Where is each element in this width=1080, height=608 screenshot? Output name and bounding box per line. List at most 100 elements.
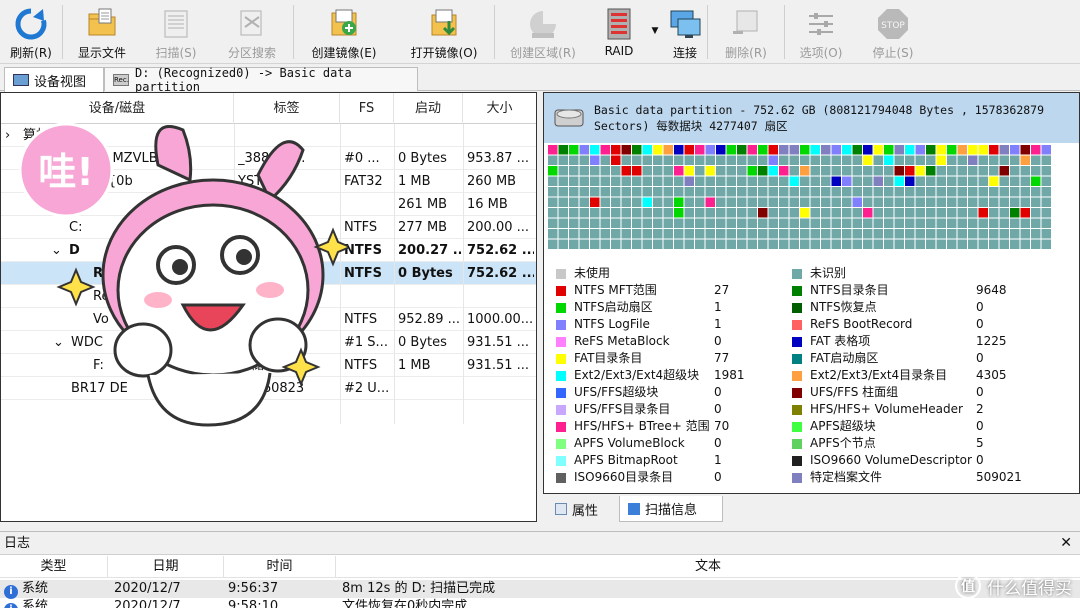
map-block [684, 197, 694, 207]
stop-icon: STOP [875, 6, 911, 42]
close-icon[interactable]: ✕ [1060, 532, 1072, 555]
stop-button[interactable]: STOP 停止(S) [857, 0, 929, 64]
scan-button[interactable]: 扫描(S) [141, 0, 211, 64]
show-files-button[interactable]: 显示文件 [63, 0, 141, 64]
map-block [989, 229, 999, 239]
map-block [705, 197, 715, 207]
legend-swatch [556, 337, 566, 347]
map-block [716, 166, 726, 176]
map-block [611, 197, 621, 207]
tree-cell-fs: NTFS [344, 243, 382, 258]
tab-scan-info[interactable]: 扫描信息 [619, 496, 723, 522]
map-block [821, 155, 831, 165]
map-block [789, 187, 799, 197]
map-block [695, 218, 705, 228]
map-block [1020, 187, 1030, 197]
map-block [705, 239, 715, 249]
log-column-time[interactable]: 时间 [224, 556, 336, 578]
legend-count: 0 [714, 470, 722, 484]
map-block [989, 145, 999, 155]
map-block [852, 239, 862, 249]
connect-button[interactable]: 连接 [663, 0, 707, 64]
map-block [800, 229, 810, 239]
map-block [716, 187, 726, 197]
map-block [1041, 197, 1051, 207]
map-block [915, 155, 925, 165]
map-block [653, 218, 663, 228]
legend-item: FAT目录条目 77 [556, 350, 806, 367]
tree-cell-fs [344, 124, 392, 147]
map-block [747, 218, 757, 228]
create-region-button[interactable]: 创建区域(R) [495, 0, 591, 64]
tree-cell-size [467, 377, 534, 400]
legend-name: ISO9660 VolumeDescriptor [810, 453, 972, 467]
svg-text:哇!: 哇! [38, 150, 93, 194]
map-block [569, 166, 579, 176]
map-block [1041, 176, 1051, 186]
map-block [810, 229, 820, 239]
map-block [1010, 218, 1020, 228]
options-button[interactable]: 选项(O) [785, 0, 857, 64]
legend-swatch [792, 269, 802, 279]
tree-cell-size: 752.62 ... [467, 266, 534, 281]
map-block [905, 145, 915, 155]
tree-cell-fs [344, 285, 392, 308]
map-block [758, 229, 768, 239]
map-block [915, 229, 925, 239]
map-block [621, 239, 631, 249]
map-block [968, 166, 978, 176]
map-block [852, 176, 862, 186]
map-block [800, 145, 810, 155]
map-block [957, 187, 967, 197]
map-block [842, 208, 852, 218]
tab-partition[interactable]: Rec. D: (Recognized0) -> Basic data part… [104, 66, 418, 94]
map-block [642, 145, 652, 155]
tab-properties[interactable]: 属性 [547, 496, 606, 522]
map-block [957, 145, 967, 155]
refresh-button[interactable]: 刷新(R) [0, 0, 62, 64]
watermark-logo: 值 [955, 573, 981, 599]
map-block [1041, 218, 1051, 228]
map-block [674, 197, 684, 207]
log-column-date[interactable]: 日期 [108, 556, 224, 578]
create-image-button[interactable]: 创建镜像(E) [294, 0, 394, 64]
map-block [1020, 197, 1030, 207]
map-block [569, 176, 579, 186]
map-block [936, 176, 946, 186]
delete-button[interactable]: 删除(R) [708, 0, 784, 64]
log-row[interactable]: i 系统 2020/12/7 9:56:37 8m 12s 的 D: 扫描已完成 [0, 580, 1080, 599]
column-header-fs[interactable]: FS [340, 93, 394, 124]
map-block [999, 145, 1009, 155]
map-block [905, 166, 915, 176]
tab-device-view[interactable]: 设备视图 [4, 67, 104, 92]
partition-search-button[interactable]: 分区搜索 [211, 0, 293, 64]
log-row[interactable]: i系统 2020/12/7 9:58:10 文件恢复在0秒内完成 [0, 598, 1080, 608]
map-block [863, 187, 873, 197]
column-header-size[interactable]: 大小 [463, 93, 536, 124]
map-block [642, 155, 652, 165]
map-block [821, 239, 831, 249]
map-block [600, 208, 610, 218]
options-sliders-icon [803, 6, 839, 42]
map-block [674, 145, 684, 155]
map-block [957, 166, 967, 176]
legend-name: APFS BitmapRoot [574, 453, 678, 467]
map-block [915, 218, 925, 228]
map-block [873, 176, 883, 186]
map-block [747, 176, 757, 186]
legend-name: NTFS启动扇区 [574, 300, 653, 314]
map-block [590, 155, 600, 165]
legend-swatch [792, 354, 802, 364]
column-header-start[interactable]: 启动 [394, 93, 463, 124]
map-block [548, 155, 558, 165]
map-block [632, 229, 642, 239]
raid-dropdown-button[interactable]: ▼ [647, 0, 663, 64]
map-block [884, 229, 894, 239]
open-image-button[interactable]: 打开镜像(O) [394, 0, 494, 64]
log-column-type[interactable]: 类型 [0, 556, 108, 578]
map-block [611, 229, 621, 239]
map-block [810, 145, 820, 155]
map-block [747, 155, 757, 165]
map-block [621, 176, 631, 186]
raid-button[interactable]: RAID [591, 0, 647, 64]
